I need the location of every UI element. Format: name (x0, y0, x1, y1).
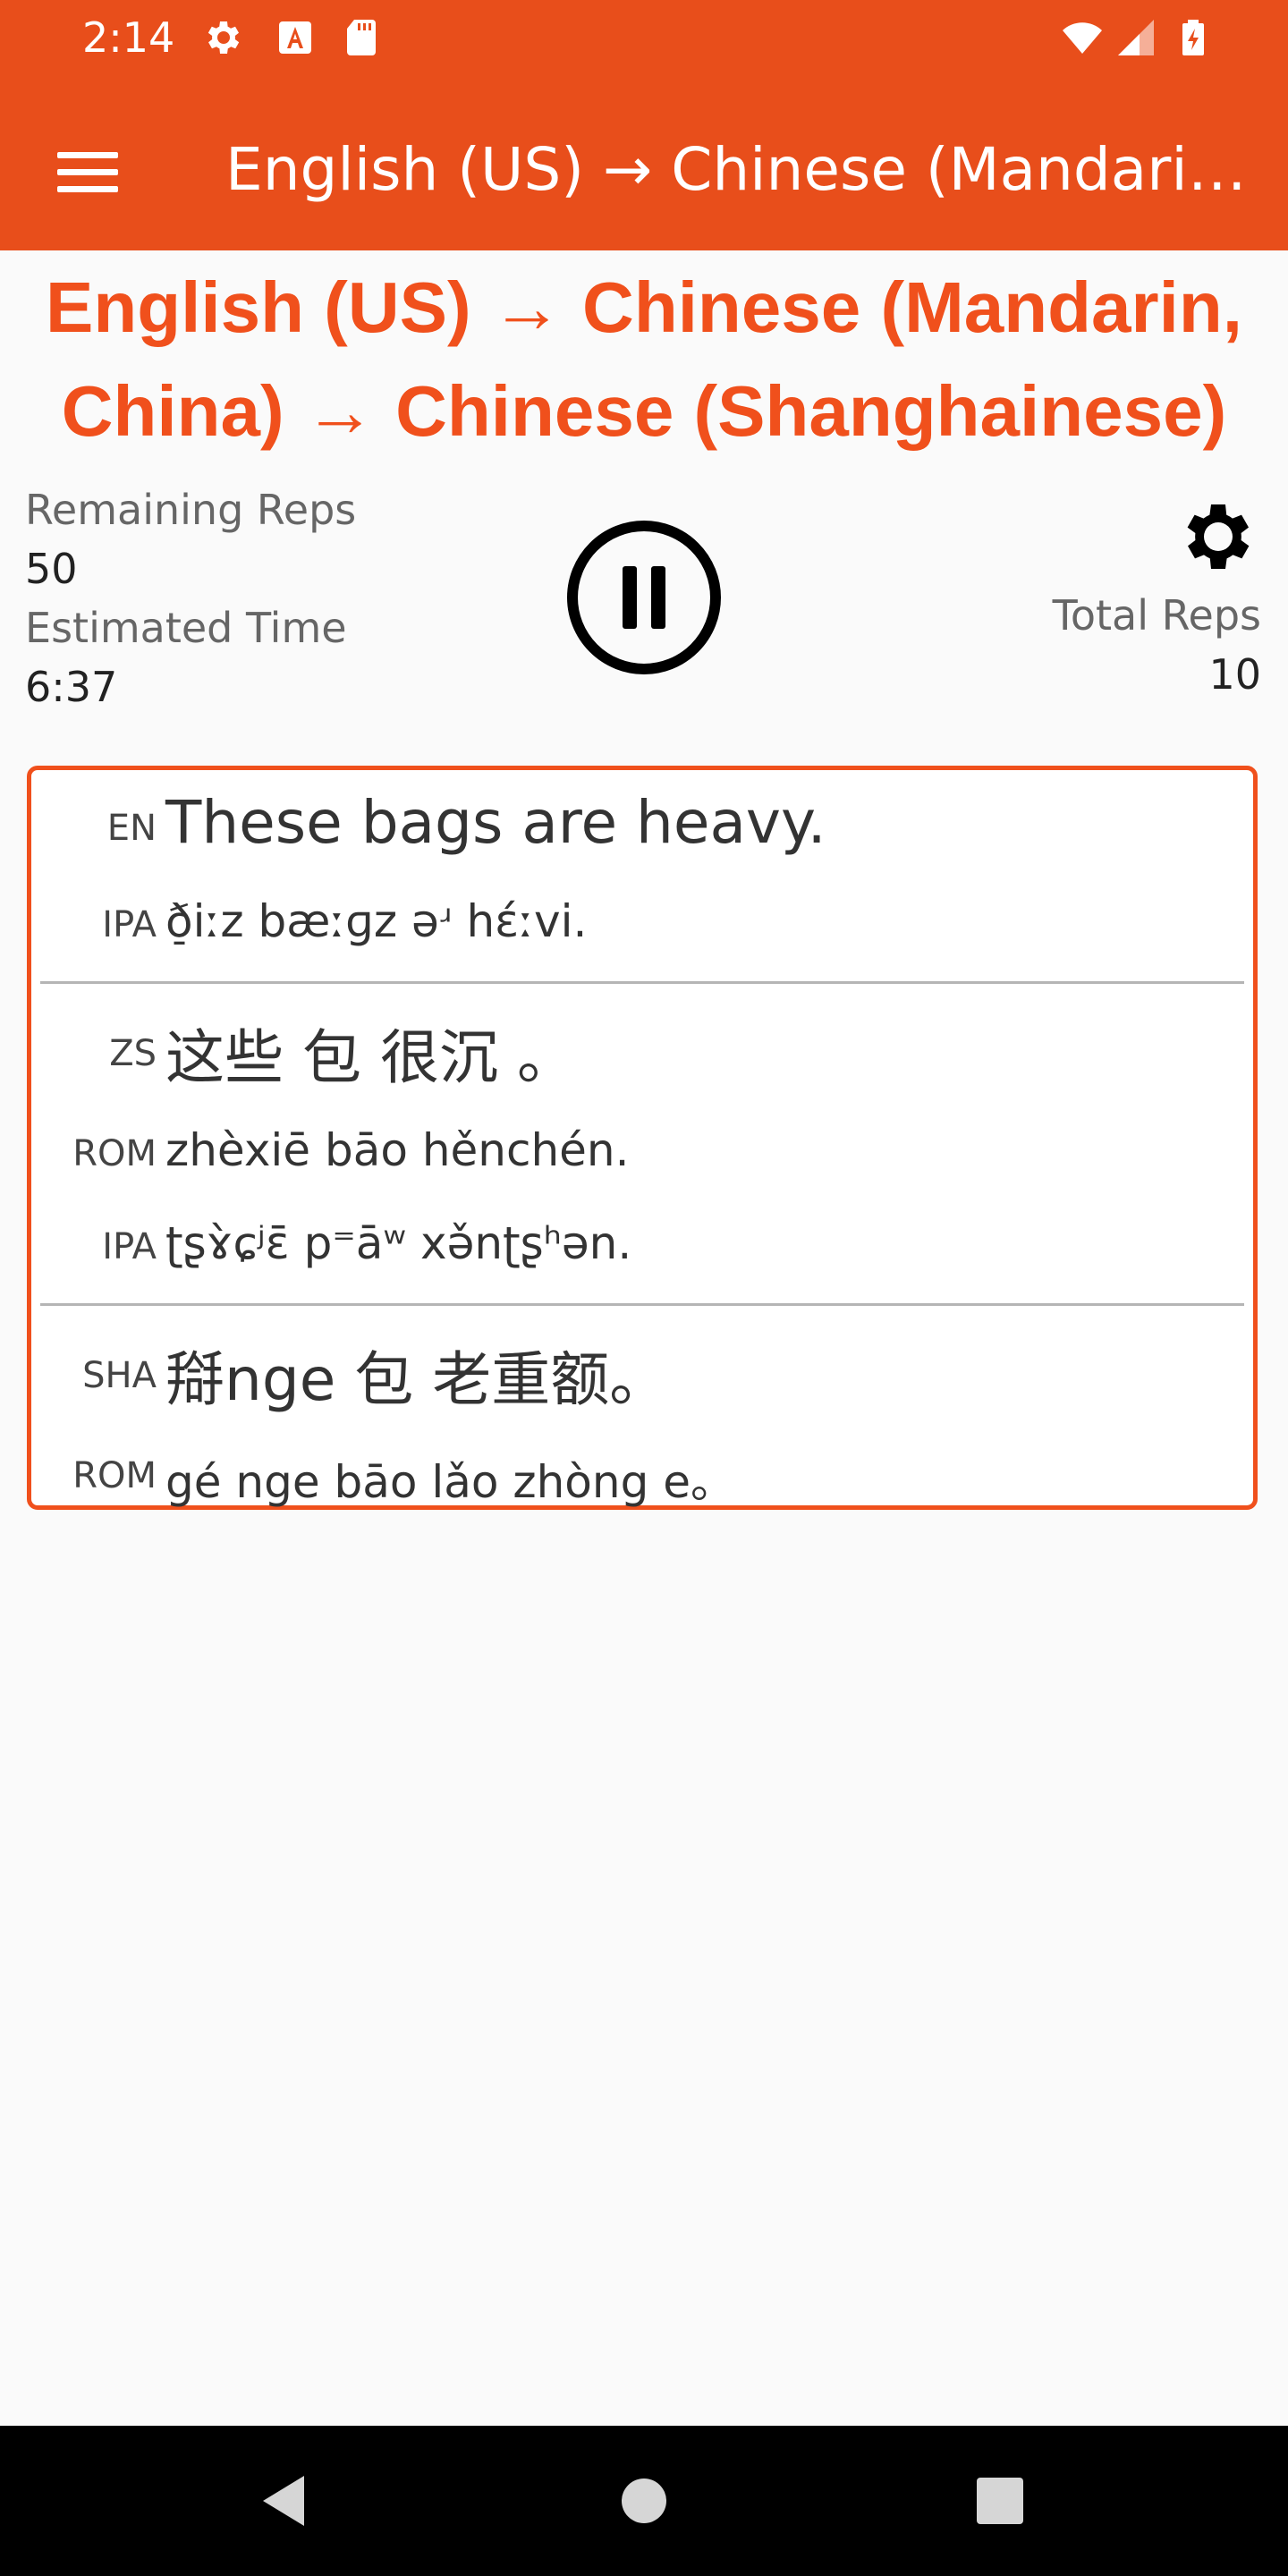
zs-tag: ZS (109, 1033, 157, 1074)
en-text: These bags are heavy. (165, 788, 826, 857)
settings-gear-icon[interactable] (1172, 494, 1258, 580)
sha-tag: SHA (82, 1355, 157, 1396)
app-bar: English (US) → Chinese (Mandarin,… (0, 75, 1288, 250)
lesson-heading-line1: English (US) → Chinese (Mandarin, (46, 267, 1242, 347)
zs-text: 这些 包 很沉 。 (165, 1023, 576, 1092)
phrase-card: EN These bags are heavy. IPA ð̠iːz bæːɡz… (27, 766, 1258, 1510)
total-reps-value: 10 (1208, 650, 1261, 699)
gear-icon (208, 21, 240, 54)
home-icon[interactable] (599, 2456, 689, 2546)
sha-rom-text: gé nge bāo lǎo zhòng e。 (165, 1456, 735, 1508)
estimated-time-label: Estimated Time (25, 604, 347, 652)
zs-ipa-text: ʈʂɤ̀ɕʲɛ̄ p⁼āʷ xə̌nʈʂʰən. (165, 1217, 632, 1269)
zs-rom-tag: ROM (72, 1133, 157, 1174)
remaining-reps-label: Remaining Reps (25, 486, 357, 534)
en-tag: EN (106, 808, 157, 849)
sha-rom-tag: ROM (72, 1455, 157, 1496)
hamburger-menu-icon[interactable] (45, 129, 131, 215)
status-time: 2:14 (82, 13, 175, 62)
recents-icon[interactable] (955, 2456, 1045, 2546)
status-bar: 2:14 (0, 0, 1288, 75)
wifi-icon (1063, 22, 1102, 54)
estimated-time-value: 6:37 (25, 663, 118, 711)
lesson-heading-line2: China) → Chinese (Shanghainese) (61, 371, 1227, 451)
zs-ipa-tag: IPA (102, 1226, 157, 1267)
app-title: English (US) → Chinese (Mandarin,… (225, 135, 1254, 204)
signal-icon (1118, 20, 1154, 55)
en-ipa-tag: IPA (102, 904, 157, 945)
battery-charging-icon (1182, 20, 1204, 55)
navigation-bar (0, 2426, 1288, 2576)
divider (40, 981, 1244, 984)
back-icon[interactable] (242, 2456, 331, 2546)
lesson-heading: English (US) → Chinese (Mandarin, China)… (18, 256, 1270, 463)
divider (40, 1303, 1244, 1306)
total-reps-label: Total Reps (1052, 591, 1261, 640)
zs-rom-text: zhèxiē bāo hěnchén. (165, 1124, 630, 1176)
pause-icon[interactable] (564, 517, 724, 678)
sd-card-icon (347, 20, 376, 55)
font-a-icon (279, 21, 311, 54)
sha-text: 搿nge 包 老重额。 (165, 1345, 669, 1414)
remaining-reps-value: 50 (25, 545, 78, 593)
en-ipa-text: ð̠iːz bæːɡz əʴ hɛ́ːvi. (165, 895, 588, 947)
